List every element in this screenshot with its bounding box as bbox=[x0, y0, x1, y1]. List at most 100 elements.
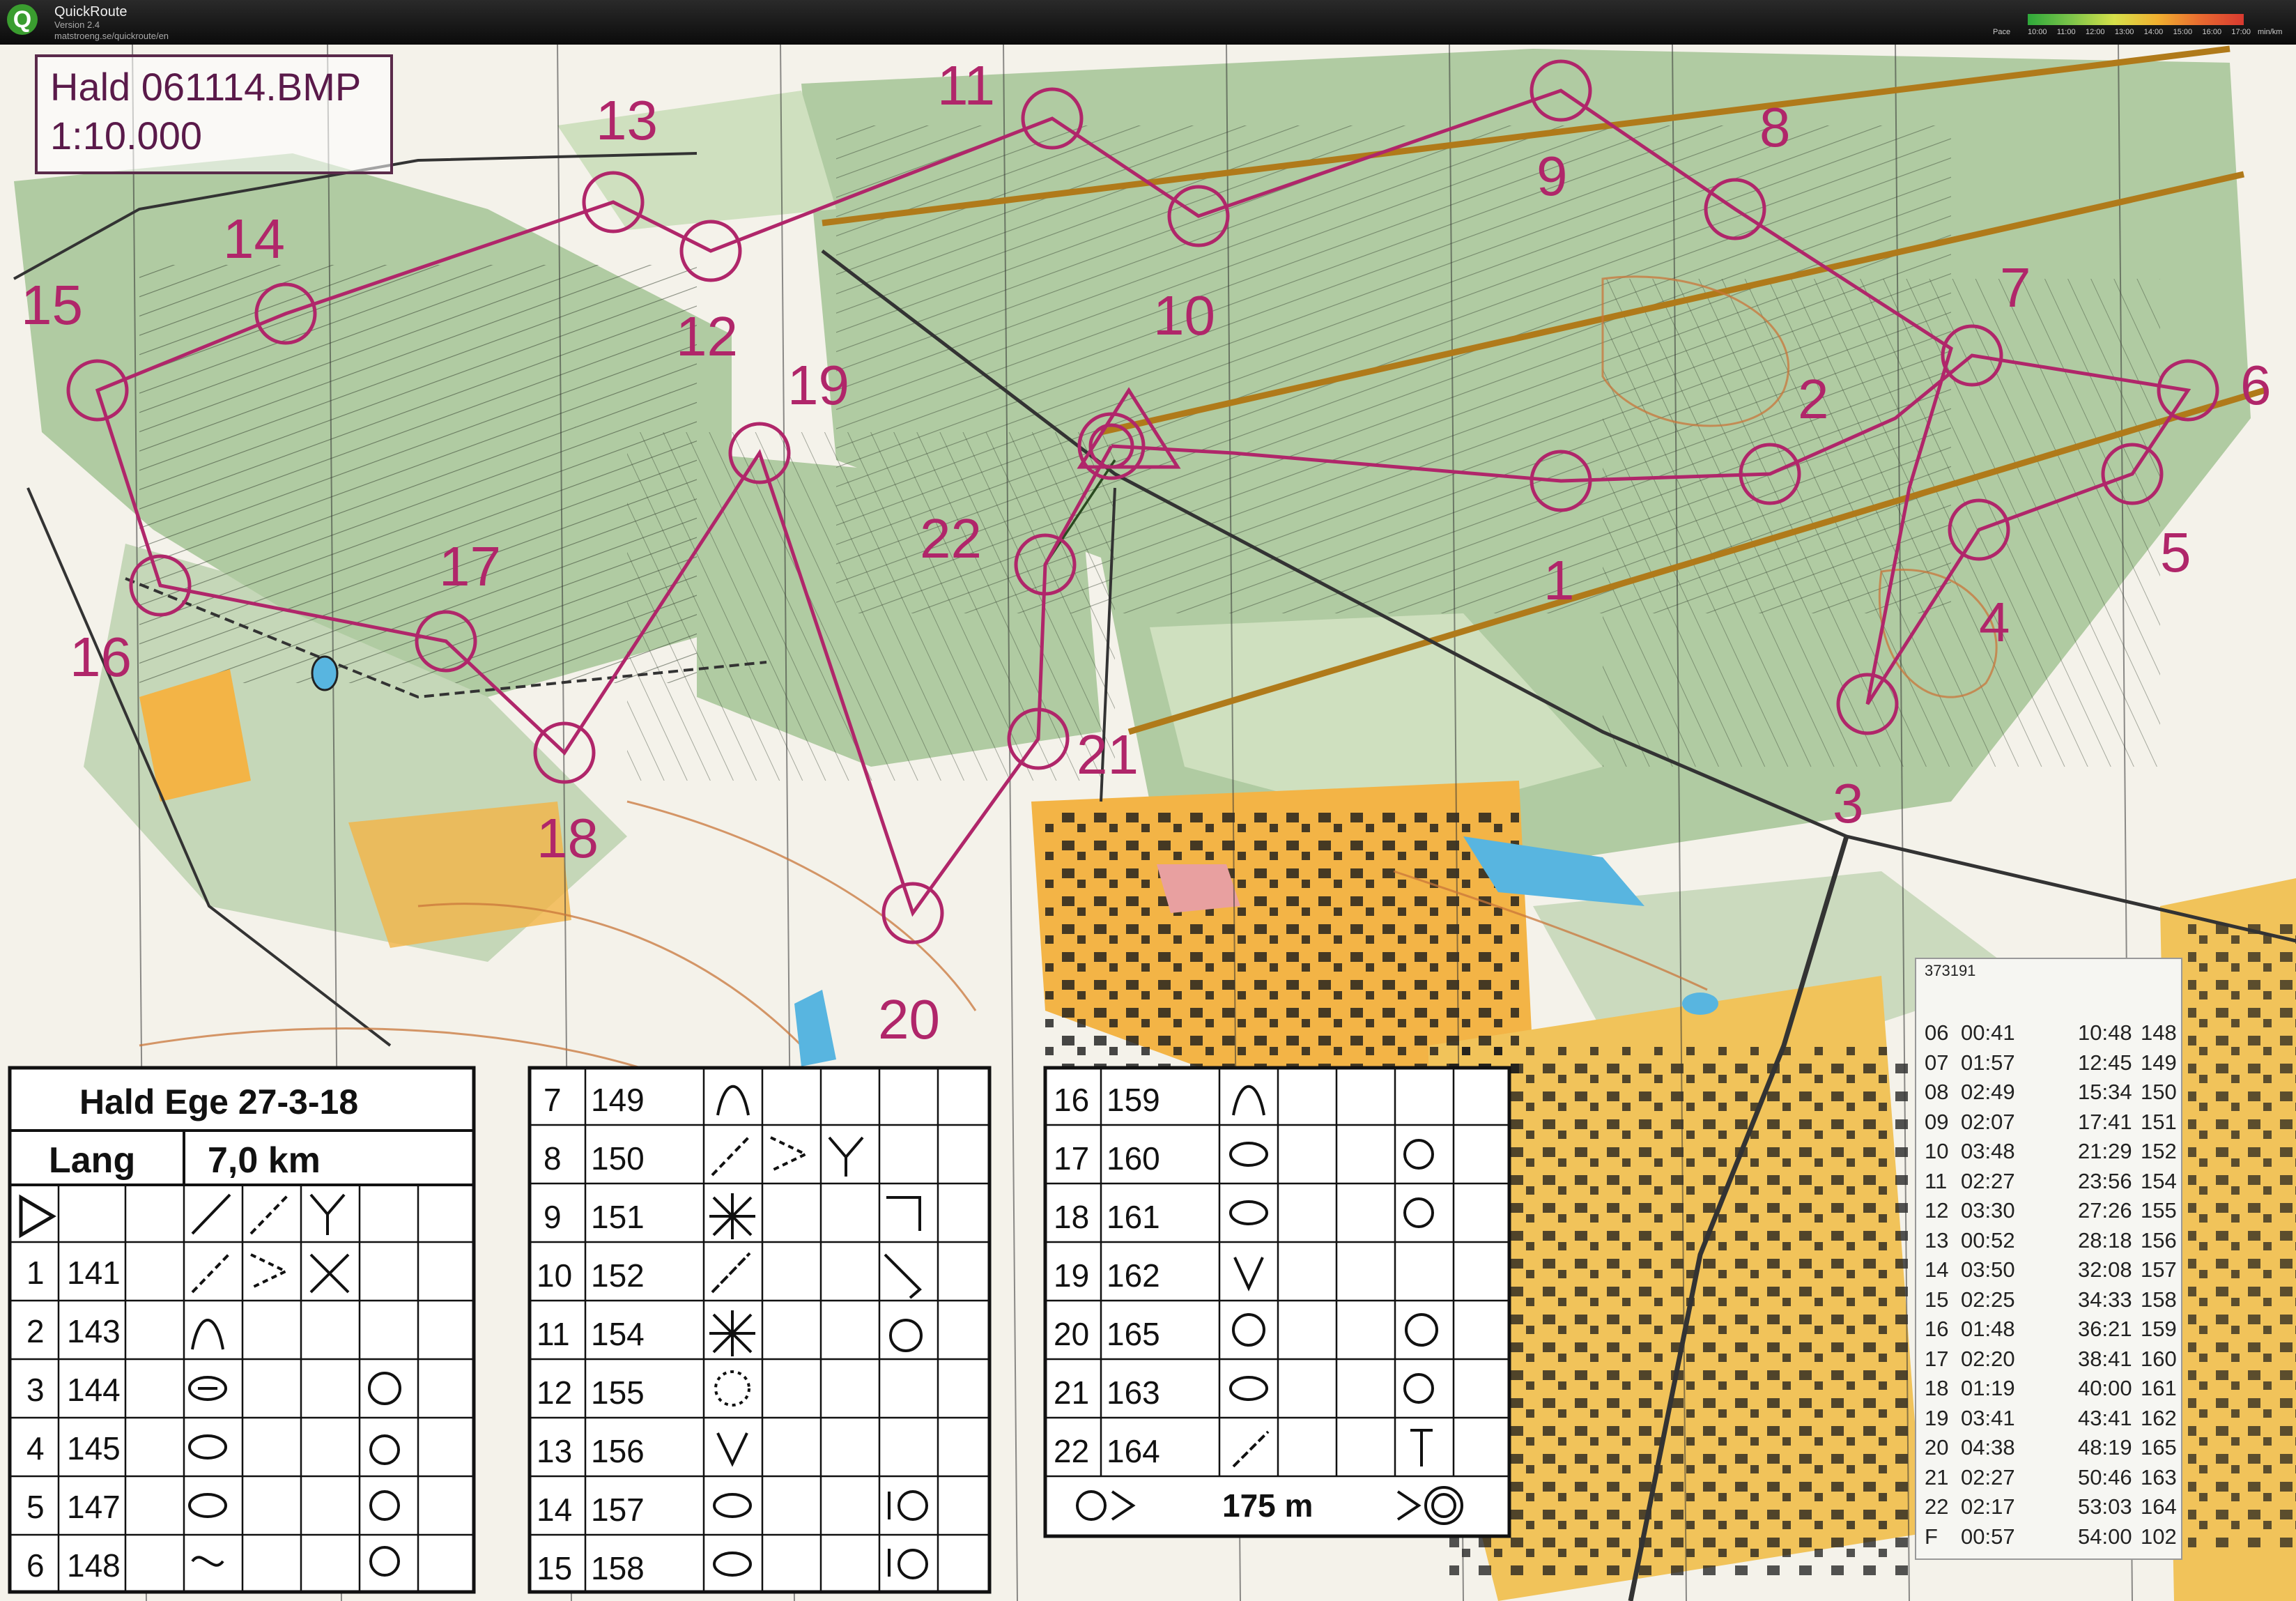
quickroute-logo-icon: Q bbox=[7, 4, 38, 35]
desc-number: 3 bbox=[26, 1372, 45, 1408]
desc-code: 148 bbox=[67, 1547, 121, 1584]
control-number-6: 6 bbox=[2240, 354, 2272, 416]
split-split: 02:25 bbox=[1961, 1287, 2015, 1312]
desc-number: 6 bbox=[26, 1547, 45, 1584]
map-name-box: Hald 061114.BMP 1:10.000 bbox=[35, 54, 393, 174]
split-row: 15 02:25 34:33 158 bbox=[1916, 1287, 2181, 1317]
split-row: 22 02:17 53:03 164 bbox=[1916, 1494, 2181, 1524]
split-split: 03:41 bbox=[1961, 1405, 2015, 1430]
map-file-name: Hald 061114.BMP bbox=[50, 65, 362, 109]
split-total: 40:00 bbox=[2078, 1376, 2132, 1400]
split-split: 01:48 bbox=[1961, 1317, 2015, 1341]
split-code: 152 bbox=[2141, 1139, 2177, 1163]
desc-number: 15 bbox=[537, 1550, 572, 1586]
split-row: 10 03:48 21:29 152 bbox=[1916, 1139, 2181, 1168]
split-split: 02:27 bbox=[1961, 1464, 2015, 1489]
control-number-13: 13 bbox=[596, 89, 658, 151]
split-split: 03:48 bbox=[1961, 1139, 2015, 1163]
split-ctl: 12 bbox=[1925, 1198, 1949, 1223]
control-number-19: 19 bbox=[787, 354, 849, 416]
split-total: 12:45 bbox=[2078, 1050, 2132, 1075]
split-ctl: 14 bbox=[1925, 1257, 1949, 1282]
split-split: 00:41 bbox=[1961, 1020, 2015, 1045]
desc-code: 144 bbox=[67, 1372, 121, 1408]
split-code: 151 bbox=[2141, 1109, 2177, 1134]
desc-code: 163 bbox=[1107, 1374, 1160, 1411]
split-code: 159 bbox=[2141, 1317, 2177, 1341]
split-total: 53:03 bbox=[2078, 1494, 2132, 1519]
split-row: 17 02:20 38:41 160 bbox=[1916, 1347, 2181, 1376]
desc-number: 2 bbox=[26, 1313, 45, 1349]
split-row: 13 00:52 28:18 156 bbox=[1916, 1228, 2181, 1257]
pace-color-scale bbox=[2028, 14, 2244, 25]
control-number-16: 16 bbox=[70, 626, 132, 688]
split-code: 148 bbox=[2141, 1020, 2177, 1045]
desc-code: 164 bbox=[1107, 1433, 1160, 1469]
split-split: 01:57 bbox=[1961, 1050, 2015, 1075]
desc-number: 10 bbox=[537, 1257, 572, 1294]
split-ctl: 17 bbox=[1925, 1346, 1949, 1371]
split-row: 09 02:07 17:41 151 bbox=[1916, 1110, 2181, 1139]
split-total: 48:19 bbox=[2078, 1435, 2132, 1460]
split-row: 14 03:50 32:08 157 bbox=[1916, 1257, 2181, 1287]
control-number-14: 14 bbox=[223, 208, 285, 270]
desc-code: 158 bbox=[591, 1550, 645, 1586]
split-ctl: 11 bbox=[1925, 1168, 1948, 1193]
desc-number: 5 bbox=[26, 1489, 45, 1525]
split-code: 164 bbox=[2141, 1494, 2177, 1519]
split-ctl: 15 bbox=[1925, 1287, 1949, 1312]
control-number-2: 2 bbox=[1798, 368, 1829, 430]
pace-tick: 11:00 bbox=[2056, 28, 2076, 36]
control-description-sheet: Hald Ege 27-3-18 Lang 7,0 km 1 141 2 143 3… bbox=[8, 1066, 1511, 1594]
pace-ticks: 10:00 11:00 12:00 13:00 14:00 15:00 16:0… bbox=[2028, 28, 2251, 36]
split-ctl: 20 bbox=[1925, 1435, 1949, 1460]
split-ctl: 10 bbox=[1925, 1139, 1949, 1163]
desc-number: 22 bbox=[1054, 1433, 1089, 1469]
desc-number: 19 bbox=[1054, 1257, 1089, 1294]
split-ctl: 16 bbox=[1925, 1317, 1949, 1341]
desc-number: 14 bbox=[537, 1492, 572, 1528]
desc-code: 143 bbox=[67, 1313, 121, 1349]
desc-number: 13 bbox=[537, 1433, 572, 1469]
split-code: 163 bbox=[2141, 1464, 2177, 1489]
split-row: 21 02:27 50:46 163 bbox=[1916, 1465, 2181, 1494]
control-number-10: 10 bbox=[1153, 284, 1215, 346]
split-code: 149 bbox=[2141, 1050, 2177, 1075]
pace-tick: 14:00 bbox=[2143, 28, 2164, 36]
control-number-22: 22 bbox=[920, 507, 982, 569]
pace-tick: 16:00 bbox=[2202, 28, 2222, 36]
split-code: 156 bbox=[2141, 1227, 2177, 1253]
desc-code: 159 bbox=[1107, 1082, 1160, 1118]
split-total: 28:18 bbox=[2078, 1227, 2132, 1253]
desc-number: 20 bbox=[1054, 1316, 1089, 1352]
desc-code: 150 bbox=[591, 1140, 645, 1177]
split-total: 38:41 bbox=[2078, 1346, 2132, 1371]
desc-code: 156 bbox=[591, 1433, 645, 1469]
split-total: 21:29 bbox=[2078, 1139, 2132, 1163]
split-ctl: 08 bbox=[1925, 1080, 1949, 1104]
pace-tick: 10:00 bbox=[2028, 28, 2047, 36]
desc-number: 11 bbox=[537, 1316, 570, 1352]
desc-code: 141 bbox=[67, 1255, 121, 1291]
split-split: 02:27 bbox=[1961, 1168, 2015, 1193]
split-total: 50:46 bbox=[2078, 1464, 2132, 1489]
desc-number: 21 bbox=[1054, 1374, 1089, 1411]
split-split: 03:50 bbox=[1961, 1257, 2015, 1282]
split-ctl: 19 bbox=[1925, 1405, 1949, 1430]
desc-number: 18 bbox=[1054, 1199, 1089, 1235]
split-split: 01:19 bbox=[1961, 1376, 2015, 1400]
control-number-3: 3 bbox=[1833, 772, 1864, 834]
split-ctl: 13 bbox=[1925, 1227, 1949, 1253]
split-ctl: 07 bbox=[1925, 1050, 1949, 1075]
split-total: 34:33 bbox=[2078, 1287, 2132, 1312]
split-row: 18 01:19 40:00 161 bbox=[1916, 1376, 2181, 1405]
desc-code: 165 bbox=[1107, 1316, 1160, 1352]
split-total: 23:56 bbox=[2078, 1168, 2132, 1193]
desc-code: 145 bbox=[67, 1430, 121, 1466]
app-url[interactable]: matstroeng.se/quickroute/en bbox=[54, 31, 169, 41]
split-total: 17:41 bbox=[2078, 1109, 2132, 1134]
desc-number: 12 bbox=[537, 1374, 572, 1411]
split-row: 20 04:38 48:19 165 bbox=[1916, 1435, 2181, 1464]
pace-tick: 15:00 bbox=[2173, 28, 2193, 36]
split-total: 15:34 bbox=[2078, 1080, 2132, 1104]
